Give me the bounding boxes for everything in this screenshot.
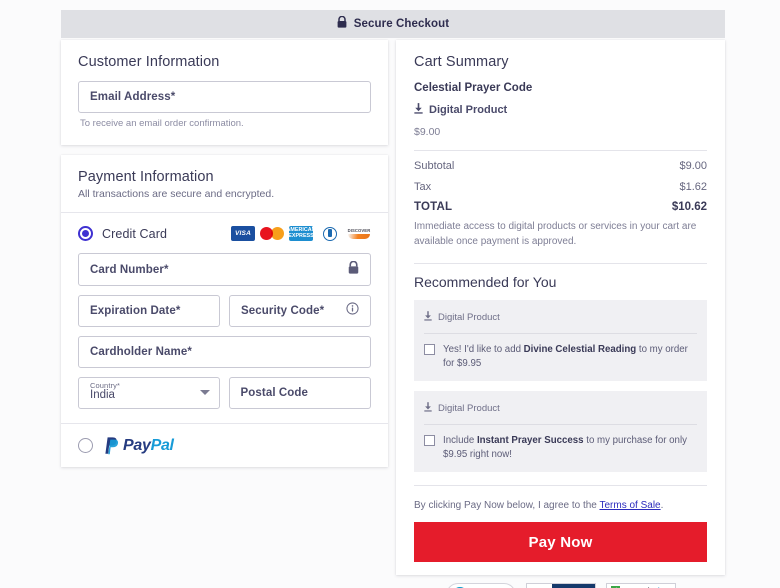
recommended-item-2-product: Instant Prayer Success <box>476 435 584 447</box>
credit-card-label: Credit Card <box>102 226 168 241</box>
recommended-item-2-type: Digital Product <box>438 402 500 414</box>
mastercard-icon <box>260 226 284 241</box>
lock-icon <box>337 15 347 33</box>
security-code-field[interactable]: Security Code* <box>229 295 371 327</box>
download-icon <box>424 308 432 326</box>
recommended-title: Recommended for You <box>414 274 557 290</box>
trust-badges: digicert SECURED ☗ BBB ACCREDITED BUSINE… <box>414 583 707 588</box>
cardholder-name-field[interactable]: Cardholder Name* <box>78 336 371 368</box>
cart-item-name: Celestial Prayer Code <box>414 82 533 94</box>
subtotal-label: Subtotal <box>414 160 455 172</box>
cart-summary-panel: Cart Summary Celestial Prayer Code Digit… <box>396 40 725 588</box>
discover-icon: DISCOVER <box>347 226 371 241</box>
amex-icon: AMERICAN EXPRESS <box>286 226 316 241</box>
lock-icon <box>348 260 359 279</box>
terms-text: By clicking Pay Now below, I agree to th… <box>414 500 664 512</box>
pay-now-button[interactable]: Pay Now <box>414 522 707 563</box>
credit-card-radio[interactable] <box>78 226 93 241</box>
paypal-p-icon <box>105 437 119 455</box>
recommended-item-1-type-row: Digital Product <box>424 308 697 334</box>
subtotal-row: Subtotal $9.00 <box>414 160 707 172</box>
customer-information-title: Customer Information <box>78 54 220 70</box>
subtotal-value: $9.00 <box>679 160 707 172</box>
recommended-item-1-checkbox[interactable] <box>424 344 435 355</box>
card-number-field[interactable]: Card Number* <box>78 253 371 286</box>
total-row: TOTAL $10.62 <box>414 201 707 213</box>
download-icon <box>414 101 423 119</box>
payment-information-title: Payment Information <box>78 169 214 185</box>
country-select[interactable]: Country* India <box>78 377 220 409</box>
tax-row: Tax $1.62 <box>414 181 707 193</box>
bbb-torch-icon: ☗ BBB <box>526 584 552 588</box>
divider <box>414 150 707 151</box>
total-value: $10.62 <box>671 201 707 213</box>
checkout-page: Secure Checkout Customer Information Ema… <box>0 0 780 588</box>
cart-note: Immediate access to digital products or … <box>414 221 697 247</box>
email-helper-text: To receive an email order confirmation. <box>80 118 244 129</box>
visa-icon: VISA <box>231 226 255 241</box>
customer-information-card: Customer Information Email Address* To r… <box>61 40 388 145</box>
cart-item-type: Digital Product <box>429 104 508 116</box>
email-field[interactable]: Email Address* <box>78 81 371 113</box>
expiration-date-label: Expiration Date* <box>90 305 181 317</box>
recommended-item-2-checkbox[interactable] <box>424 435 435 447</box>
payment-information-card: Payment Information All transactions are… <box>61 155 388 467</box>
digicert-badge[interactable]: digicert SECURED <box>445 583 516 588</box>
credit-card-method-row[interactable]: Credit Card VISA AMERICAN EXPRESS DISCOVE… <box>78 226 371 241</box>
tax-value: $1.62 <box>679 181 707 193</box>
divider <box>414 263 707 264</box>
secure-checkout-title: Secure Checkout <box>353 18 450 30</box>
recommended-item-1-type: Digital Product <box>438 311 500 323</box>
recommended-item-2-row[interactable]: Include Instant Prayer Success to my pur… <box>424 434 697 462</box>
recommended-item-1-text: Yes! I'd like to add Divine Celestial Re… <box>443 344 688 370</box>
cart-item-type-row: Digital Product <box>414 101 707 119</box>
cart-item-price: $9.00 <box>414 126 441 138</box>
postal-code-label: Postal Code <box>240 387 309 399</box>
expiry-security-row: Expiration Date* Security Code* <box>78 295 371 327</box>
paypal-method-row[interactable]: PayPal <box>61 423 388 467</box>
card-number-label: Card Number* <box>90 263 169 276</box>
paypal-wordmark: PayPal <box>123 436 174 454</box>
postal-code-field[interactable]: Postal Code <box>228 377 371 409</box>
security-code-label: Security Code* <box>241 305 325 317</box>
total-label: TOTAL <box>414 201 453 213</box>
secure-checkout-header: Secure Checkout <box>61 10 725 38</box>
bbb-badge[interactable]: ☗ BBB ACCREDITED BUSINESS Click for Prof… <box>525 583 596 588</box>
email-field-label: Email Address* <box>90 91 176 103</box>
chevron-down-icon <box>199 390 210 395</box>
left-column: Customer Information Email Address* To r… <box>61 40 388 467</box>
recommended-item-1: Digital Product Yes! I'd like to add Div… <box>414 300 707 382</box>
country-select-value: India <box>90 389 115 401</box>
paypal-logo: PayPal <box>102 436 174 455</box>
recommended-item-2-text: Include Instant Prayer Success to my pur… <box>443 435 687 461</box>
recommended-item-2-type-row: Digital Product <box>424 399 697 426</box>
recommended-item-1-product: Divine Celestial Reading <box>523 344 637 355</box>
diners-club-icon <box>318 226 342 241</box>
payment-information-subtitle: All transactions are secure and encrypte… <box>78 188 275 200</box>
payment-information-header: Payment Information All transactions are… <box>61 155 388 213</box>
credit-card-section: Credit Card VISA AMERICAN EXPRESS DISCOVE… <box>61 213 388 423</box>
cardholder-name-label: Cardholder Name* <box>90 346 192 358</box>
terms-of-sale-link[interactable]: Terms of Sale <box>599 500 660 511</box>
download-icon <box>424 399 432 417</box>
tax-label: Tax <box>414 181 432 193</box>
cart-summary-title: Cart Summary <box>414 54 509 70</box>
recommended-item-2: Digital Product Include Instant Prayer S… <box>414 391 707 473</box>
card-brand-logos: VISA AMERICAN EXPRESS DISCOVER <box>231 226 371 241</box>
expiration-date-field[interactable]: Expiration Date* <box>78 295 220 327</box>
divider <box>414 485 707 487</box>
recommended-item-1-row[interactable]: Yes! I'd like to add Divine Celestial Re… <box>424 343 697 371</box>
trustedsite-badge[interactable]: ✓ TrustedSite SECURE CHECKOUT <box>605 583 676 588</box>
country-postal-row: Country* India Postal Code <box>78 377 371 409</box>
paypal-radio[interactable] <box>78 438 93 453</box>
info-icon[interactable] <box>346 302 359 320</box>
